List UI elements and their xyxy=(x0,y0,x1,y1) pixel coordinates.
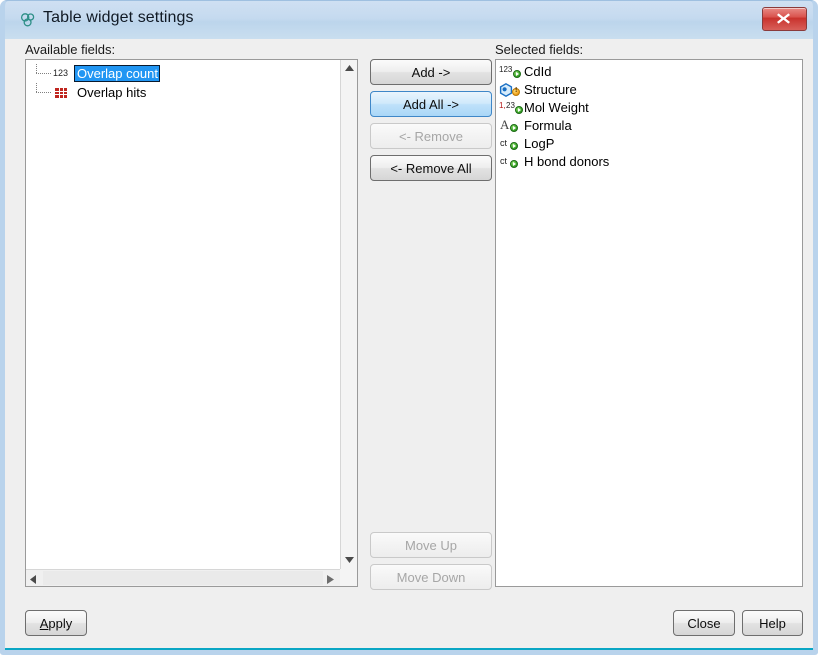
int-field-icon: 123 xyxy=(499,64,524,80)
list-item-label: Overlap count xyxy=(74,65,160,82)
apply-rest: pply xyxy=(48,615,73,631)
apply-button[interactable]: Apply xyxy=(25,610,87,636)
tree-guide-icon xyxy=(26,64,52,83)
dialog-window: Table widget settings Available fields: … xyxy=(0,0,818,655)
calc-field-icon: ct xyxy=(499,154,524,170)
list-item-label: Structure xyxy=(524,82,577,97)
decimal-field-icon: 1, 23 xyxy=(499,100,524,116)
available-fields-label: Available fields: xyxy=(25,42,116,57)
scroll-track[interactable] xyxy=(43,571,323,585)
list-item-label: LogP xyxy=(524,136,555,151)
tree-row[interactable]: Overlap hits xyxy=(26,83,148,102)
scroll-right-arrow-icon[interactable] xyxy=(323,570,340,586)
list-item[interactable]: A Formula xyxy=(499,117,572,135)
list-item[interactable]: ct H bond donors xyxy=(499,153,609,171)
window-title: Table widget settings xyxy=(43,9,194,26)
move-down-button: Move Down xyxy=(370,564,492,590)
add-button[interactable]: Add -> xyxy=(370,59,492,85)
add-all-button[interactable]: Add All -> xyxy=(370,91,492,117)
close-dialog-button[interactable]: Close xyxy=(673,610,735,636)
structure-field-icon xyxy=(499,82,524,98)
available-vertical-scrollbar[interactable] xyxy=(340,60,357,569)
scroll-left-arrow-icon[interactable] xyxy=(26,570,43,586)
list-item-label: CdId xyxy=(524,64,552,79)
available-fields-items: 123 Overlap count Overlap hits xyxy=(26,60,357,586)
dialog-body: Available fields: Selected fields: 123 O… xyxy=(5,39,813,650)
list-item-label: Overlap hits xyxy=(77,85,147,100)
list-item[interactable]: Structure xyxy=(499,81,577,99)
list-item[interactable]: 1, 23 Mol Weight xyxy=(499,99,589,117)
calc-field-icon: ct xyxy=(499,136,524,152)
selected-fields-items: 123 CdId Structure xyxy=(496,60,802,586)
available-horizontal-scrollbar[interactable] xyxy=(26,569,340,586)
title-bar[interactable]: Table widget settings xyxy=(5,1,813,39)
text-field-icon: A xyxy=(499,118,524,134)
tree-row[interactable]: 123 Overlap count xyxy=(26,64,160,83)
molecule-icon xyxy=(19,11,37,29)
available-fields-list[interactable]: 123 Overlap count Overlap hits xyxy=(25,59,358,587)
scroll-up-arrow-icon[interactable] xyxy=(341,60,357,77)
scrollbar-corner xyxy=(340,569,357,586)
list-item-label: Mol Weight xyxy=(524,100,589,115)
red-grid-icon xyxy=(52,85,74,101)
tree-guide-icon xyxy=(26,83,52,102)
list-item[interactable]: ct LogP xyxy=(499,135,554,153)
selected-fields-list[interactable]: 123 CdId Structure xyxy=(495,59,803,587)
remove-button: <- Remove xyxy=(370,123,492,149)
remove-all-button[interactable]: <- Remove All xyxy=(370,155,492,181)
list-item-label: H bond donors xyxy=(524,154,610,169)
close-icon xyxy=(777,13,790,24)
scroll-down-arrow-icon[interactable] xyxy=(341,552,357,569)
list-item[interactable]: 123 CdId xyxy=(499,63,551,81)
number-123-icon: 123 xyxy=(53,67,69,78)
selected-fields-label: Selected fields: xyxy=(495,42,584,57)
move-up-button: Move Up xyxy=(370,532,492,558)
help-button[interactable]: Help xyxy=(742,610,803,636)
close-button[interactable] xyxy=(762,7,807,31)
list-item-label: Formula xyxy=(524,118,572,133)
